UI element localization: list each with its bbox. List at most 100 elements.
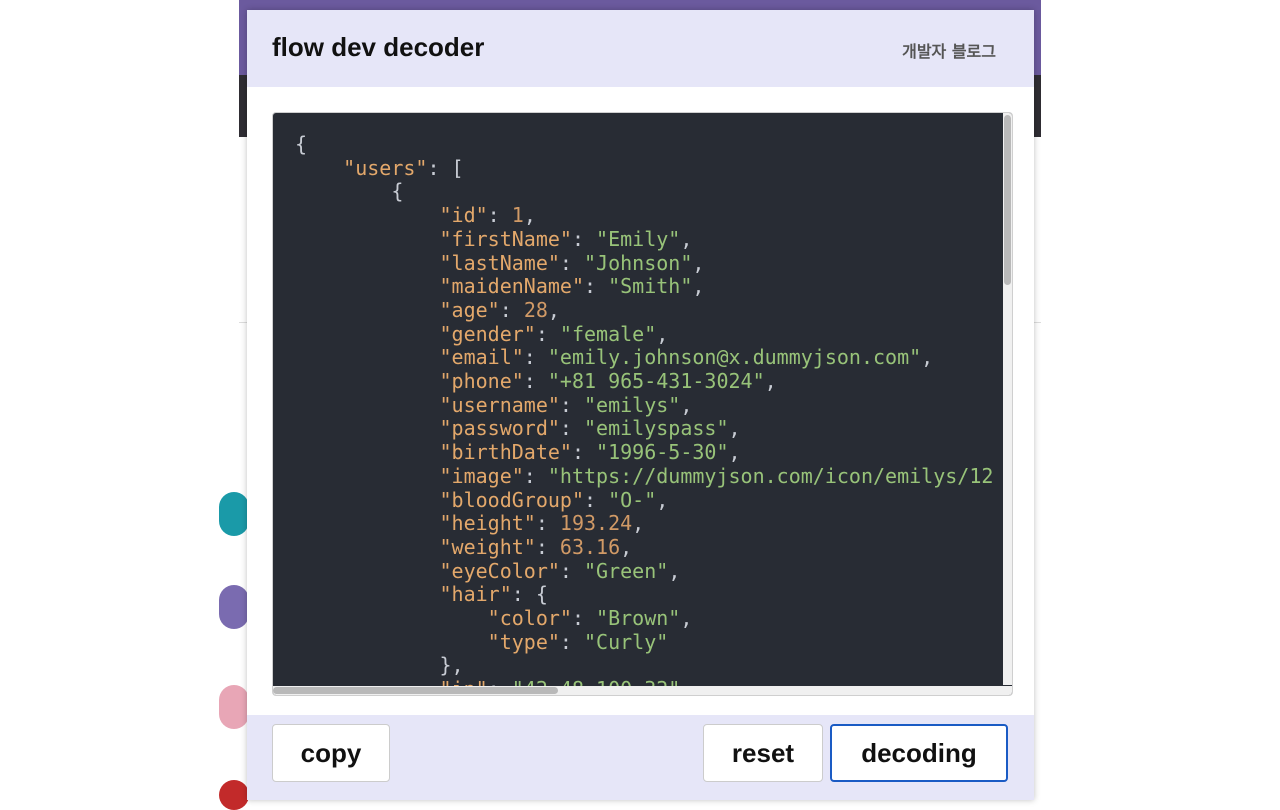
- code-token: "gender": [439, 321, 536, 346]
- code-token: "hair": [439, 582, 512, 607]
- code-token: :: [535, 321, 560, 346]
- code-line: "lastName": "Johnson",: [295, 250, 993, 276]
- code-token: "emilys": [584, 392, 681, 417]
- background-avatar: [219, 585, 249, 629]
- code-line: "users": [: [295, 155, 993, 181]
- code-token: ,: [656, 321, 669, 346]
- code-line: "email": "emily.johnson@x.dummyjson.com"…: [295, 345, 993, 370]
- json-editor[interactable]: { "users": [ { "id": 1, "firstName": "Em…: [272, 112, 1013, 696]
- code-token: :: [535, 534, 560, 559]
- code-token: "Brown": [596, 606, 681, 631]
- code-token: "Curly": [584, 629, 669, 654]
- code-token: "age": [439, 297, 500, 322]
- code-line: "hair": {: [295, 583, 993, 607]
- code-token: ,: [764, 369, 777, 394]
- background-avatar: [219, 492, 249, 536]
- code-token: ,: [668, 558, 681, 583]
- code-token: "bloodGroup": [439, 487, 585, 512]
- code-token: "O-": [608, 487, 657, 512]
- code-line: "username": "emilys",: [295, 392, 993, 418]
- code-line: "eyeColor": "Green",: [295, 558, 993, 584]
- code-token: ,: [523, 203, 536, 228]
- code-line: "color": "Brown",: [295, 606, 993, 631]
- code-token: :: [523, 463, 548, 488]
- code-token: :: [584, 274, 609, 299]
- popup-header: flow dev decoder 개발자 블로그: [247, 10, 1034, 87]
- code-token: "id": [439, 203, 488, 228]
- code-token: "https://dummyjson.com/icon/emilys/12: [547, 463, 994, 488]
- horizontal-scrollbar[interactable]: [273, 686, 1012, 695]
- code-line: "height": 193.24,: [295, 511, 993, 536]
- vertical-scrollbar-thumb[interactable]: [1004, 115, 1011, 285]
- code-token: : {: [511, 582, 548, 607]
- code-line: "password": "emilyspass",: [295, 417, 993, 441]
- code-line: "gender": "female",: [295, 321, 993, 347]
- code-token: :: [559, 392, 585, 417]
- code-token: "lastName": [439, 250, 560, 275]
- code-token: 63.16: [559, 534, 621, 559]
- code-line: "type": "Curly": [295, 629, 993, 655]
- code-token: "emily.johnson@x.dummyjson.com": [547, 345, 922, 370]
- code-token: "+81 965-431-3024": [547, 369, 765, 394]
- code-line: "maidenName": "Smith",: [295, 274, 993, 299]
- code-token: "email": [439, 345, 524, 370]
- code-token: :: [559, 629, 584, 654]
- popup-footer: copy reset decoding: [247, 715, 1034, 800]
- code-token: "image": [439, 463, 524, 488]
- code-token: ,: [680, 392, 693, 417]
- code-token: "female": [559, 321, 657, 346]
- code-line: "bloodGroup": "O-",: [295, 487, 993, 513]
- copy-button[interactable]: copy: [272, 724, 390, 782]
- code-token: ,: [728, 440, 741, 465]
- code-token: "maidenName": [439, 274, 585, 299]
- code-token: "birthDate": [439, 440, 572, 465]
- code-token: 28: [523, 297, 548, 322]
- code-token: 193.24: [559, 511, 633, 536]
- code-token: },: [439, 653, 464, 678]
- code-line: "age": 28,: [295, 297, 993, 323]
- code-token: "Johnson": [584, 250, 693, 275]
- developer-blog-link[interactable]: 개발자 블로그: [902, 38, 996, 62]
- code-line: "firstName": "Emily",: [295, 226, 993, 252]
- code-line: "weight": 63.16,: [295, 534, 993, 560]
- code-token: "password": [439, 416, 560, 441]
- code-token: ,: [656, 487, 669, 512]
- code-line: "image": "https://dummyjson.com/icon/emi…: [295, 463, 994, 489]
- code-token: ,: [680, 606, 693, 631]
- code-token: :: [571, 440, 597, 465]
- code-token: ,: [728, 416, 741, 441]
- code-token: "Green": [584, 558, 669, 583]
- code-token: "users": [343, 155, 428, 180]
- code-token: :: [535, 511, 560, 536]
- code-token: "height": [439, 511, 536, 536]
- code-token: ,: [620, 534, 633, 559]
- code-token: :: [487, 203, 512, 228]
- code-token: :: [499, 297, 524, 322]
- code-line: },: [295, 654, 993, 678]
- code-token: "weight": [439, 534, 536, 559]
- code-token: {: [391, 179, 404, 204]
- horizontal-scrollbar-thumb[interactable]: [273, 687, 558, 694]
- code-token: ,: [921, 345, 934, 370]
- vertical-scrollbar[interactable]: [1003, 113, 1012, 685]
- code-token: :: [559, 250, 585, 275]
- code-token: "emilyspass": [584, 416, 729, 441]
- code-line: "id": 1,: [295, 203, 993, 228]
- code-token: ,: [680, 226, 693, 251]
- json-code[interactable]: { "users": [ { "id": 1, "firstName": "Em…: [295, 132, 994, 695]
- background-avatar: [219, 685, 249, 729]
- code-line: "birthDate": "1996-5-30",: [295, 440, 993, 465]
- code-token: ,: [692, 250, 705, 275]
- reset-button[interactable]: reset: [703, 724, 823, 782]
- code-token: "eyeColor": [439, 558, 560, 583]
- code-line: {: [295, 180, 993, 204]
- decoder-popup: flow dev decoder 개발자 블로그 { "users": [ { …: [247, 10, 1034, 800]
- background-avatar: [219, 780, 249, 810]
- code-token: "1996-5-30": [596, 440, 729, 465]
- code-token: 1: [511, 203, 524, 228]
- code-token: :: [571, 226, 597, 251]
- code-token: "username": [439, 392, 560, 417]
- code-token: :: [584, 487, 609, 512]
- decoding-button[interactable]: decoding: [830, 724, 1008, 782]
- code-line: {: [295, 132, 993, 157]
